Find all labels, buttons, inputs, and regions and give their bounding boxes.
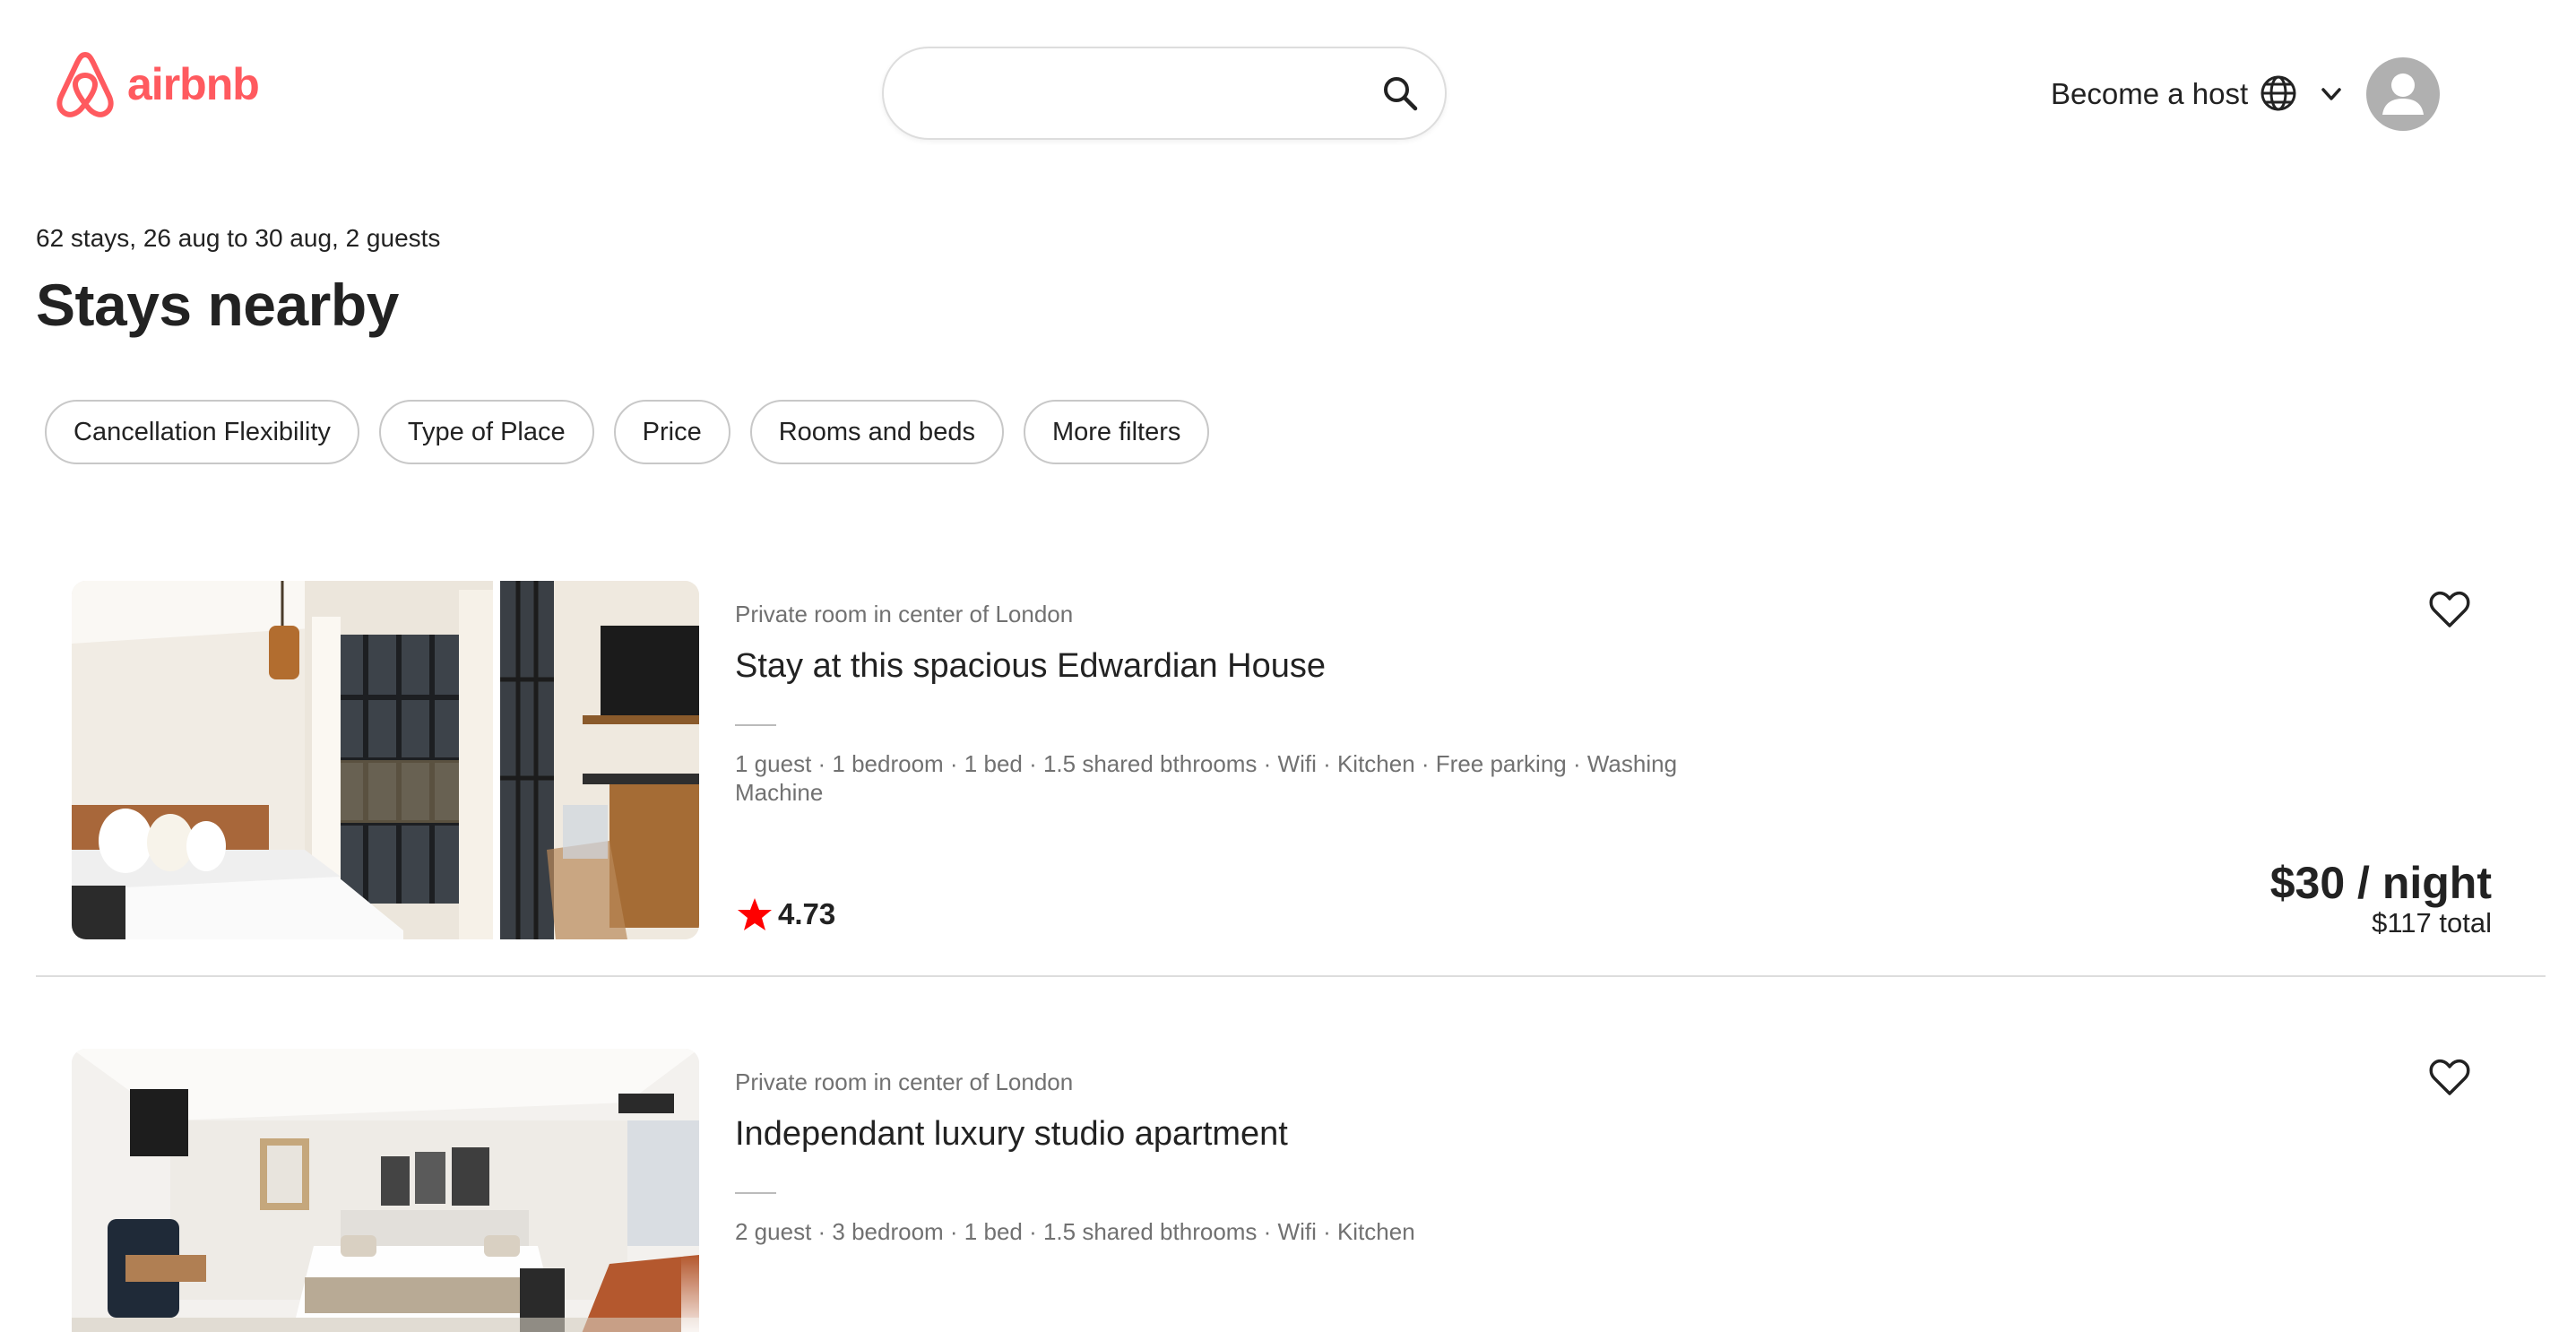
become-a-host-link[interactable]: Become a host [2051,77,2248,111]
listing-divider [735,1192,776,1194]
filter-more-filters[interactable]: More filters [1023,400,1210,464]
listing-photo[interactable] [72,1049,699,1332]
listing-amenities: 2 guest · 3 bedroom · 1 bed · 1.5 shared… [735,1218,1415,1245]
search-input[interactable] [920,70,1350,120]
user-avatar-icon [2382,74,2424,115]
listing-total-price: $117 total [2372,907,2492,938]
listing-price-per-night: $30 / night [2269,858,2492,908]
listing-title[interactable]: Independant luxury studio apartment [735,1115,1288,1154]
listing-card[interactable]: Private room in center of London Indepen… [36,1049,2546,1332]
filter-cancellation-flexibility[interactable]: Cancellation Flexibility [45,400,359,464]
listing-divider [735,724,776,726]
listing-room-type: Private room in center of London [735,601,1074,627]
studio-photo-image [72,1049,699,1332]
avatar[interactable] [2366,57,2440,131]
airbnb-logo[interactable]: airbnb [52,49,260,119]
filter-bar: Cancellation Flexibility Type of Place P… [45,400,1210,464]
search-bar[interactable] [882,47,1447,140]
brand-name: airbnb [127,59,260,109]
filter-rooms-and-beds[interactable]: Rooms and beds [749,400,1004,464]
listing-rating: 4.73 [737,896,835,932]
heart-icon[interactable] [2429,1058,2470,1097]
page-title: Stays nearby [36,272,399,338]
listing-card[interactable]: Private room in center of London Stay at… [36,581,2546,977]
filter-price[interactable]: Price [613,400,730,464]
star-icon [738,898,772,930]
listing-amenities: 1 guest · 1 bedroom · 1 bed · 1.5 shared… [735,750,1678,806]
heart-icon[interactable] [2429,590,2470,629]
rating-value: 4.73 [778,897,836,930]
listing-room-type: Private room in center of London [735,1068,1074,1095]
globe-icon[interactable] [2259,74,2298,113]
search-icon[interactable] [1380,74,1420,113]
bedroom-photo-image [72,581,699,939]
search-summary: 62 stays, 26 aug to 30 aug, 2 guests [36,224,441,252]
listing-title[interactable]: Stay at this spacious Edwardian House [735,647,1326,686]
filter-type-of-place[interactable]: Type of Place [378,400,594,464]
chevron-down-icon[interactable] [2318,81,2345,108]
top-navigation-bar: airbnb Become a host [0,0,2576,179]
airbnb-belo-icon [56,52,114,117]
listing-photo[interactable] [72,581,699,939]
